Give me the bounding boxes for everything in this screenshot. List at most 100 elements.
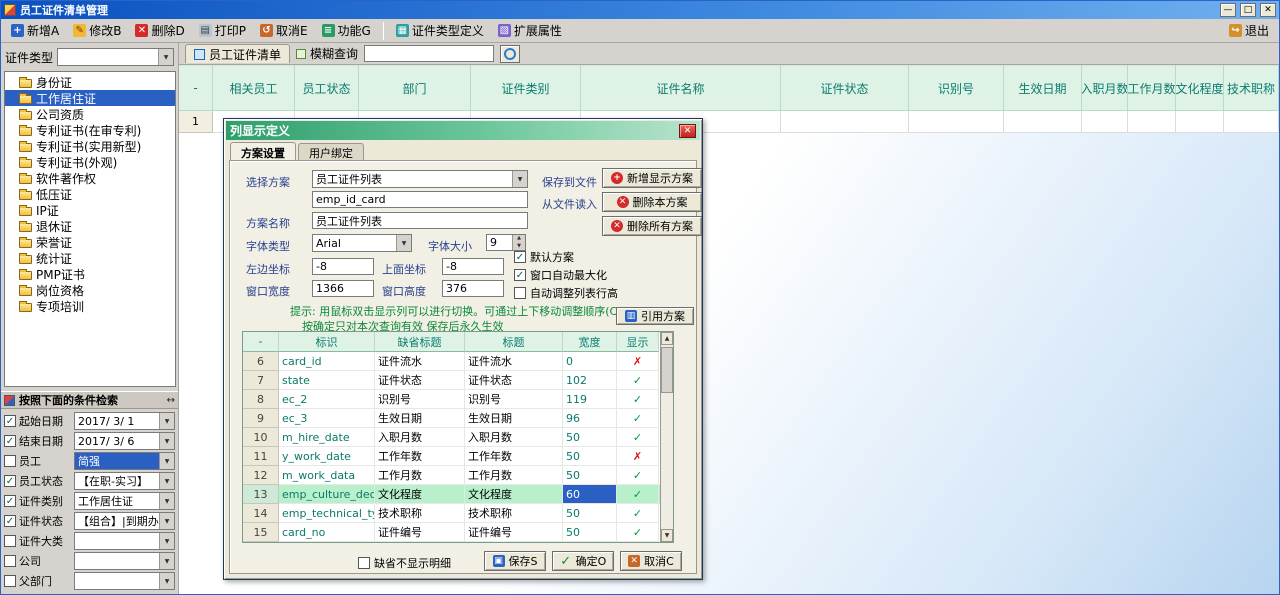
grid-cell-show[interactable]: ✓ [617, 466, 659, 485]
new-scheme-button[interactable]: + 新增显示方案 [602, 168, 702, 188]
chevron-down-icon[interactable] [159, 573, 174, 589]
ok-button[interactable]: ✓ 确定O [552, 551, 614, 571]
add-button[interactable]: + 新增A [5, 20, 65, 41]
chevron-down-icon[interactable] [396, 235, 411, 251]
grid-row[interactable]: 14 emp_technical_typ 技术职称 技术职称 50 ✓ [243, 504, 660, 523]
grid-row[interactable]: 10 m_hire_date 入职月数 入职月数 50 ✓ [243, 428, 660, 447]
grid-cell-show[interactable]: ✓ [617, 390, 659, 409]
tree-item[interactable]: 专利证书(外观) [5, 154, 175, 170]
grid-column-header[interactable]: 标识 [279, 332, 375, 352]
filter-checkbox[interactable] [4, 515, 16, 527]
close-button[interactable]: ✕ [1260, 3, 1276, 17]
maximize-button[interactable]: □ [1240, 3, 1256, 17]
employee-combo[interactable]: 简强 [74, 452, 175, 470]
grid-row[interactable]: 7 state 证件状态 证件状态 102 ✓ [243, 371, 660, 390]
window-height-field[interactable] [442, 280, 504, 297]
exit-button[interactable]: ↪ 退出 [1223, 20, 1275, 41]
chevron-down-icon[interactable] [159, 533, 174, 549]
cert-type-define-button[interactable]: ▦ 证件类型定义 [390, 20, 490, 41]
start-date-picker[interactable]: 2017/ 3/ 1 [74, 412, 175, 430]
column-header[interactable]: 部门 [359, 65, 471, 111]
grid-column-header[interactable]: 宽度 [563, 332, 617, 352]
employee-status-combo[interactable]: 【在职-实习】 [74, 472, 175, 490]
auto-row-height-checkbox[interactable]: 自动调整列表行高 [514, 285, 618, 301]
scroll-up-icon[interactable]: ▲ [661, 332, 673, 345]
cert-status-combo[interactable]: 【组合】|到期办理中 [74, 512, 175, 530]
left-coord-field[interactable] [312, 258, 374, 275]
grid-row[interactable]: 15 card_no 证件编号 证件编号 50 ✓ [243, 523, 660, 542]
column-header[interactable]: 员工状态 [295, 65, 359, 111]
chevron-down-icon[interactable] [512, 171, 527, 187]
delete-all-schemes-button[interactable]: ✕ 删除所有方案 [602, 216, 702, 236]
grid-column-header[interactable]: 标题 [465, 332, 563, 352]
grid-cell-show[interactable]: ✓ [617, 485, 659, 504]
filter-checkbox[interactable] [4, 495, 16, 507]
tree-item[interactable]: 身份证 [5, 74, 175, 90]
filter-checkbox[interactable] [4, 575, 16, 587]
load-from-file-label[interactable]: 从文件读入 [542, 196, 597, 212]
cancel-button[interactable]: ↺ 取消E [254, 20, 314, 41]
filter-checkbox[interactable] [4, 555, 16, 567]
auto-maximize-checkbox[interactable]: 窗口自动最大化 [514, 267, 607, 283]
font-type-combo[interactable]: Arial [312, 234, 412, 252]
grid-column-header[interactable]: 缺省标题 [375, 332, 465, 352]
grid-cell-show[interactable]: ✓ [617, 504, 659, 523]
grid-row[interactable]: 6 card_id 证件流水 证件流水 0 ✗ [243, 352, 660, 371]
chevron-down-icon[interactable] [159, 553, 174, 569]
grid-row[interactable]: 8 ec_2 识别号 识别号 119 ✓ [243, 390, 660, 409]
cert-type-combo[interactable] [57, 48, 174, 66]
grid-cell-show[interactable]: ✗ [617, 447, 659, 466]
arrow-up-icon[interactable]: ▲ [513, 235, 525, 243]
chevron-down-icon[interactable] [159, 453, 174, 469]
chevron-down-icon[interactable] [159, 433, 174, 449]
grid-column-header[interactable]: 显示 [617, 332, 659, 352]
tree-item[interactable]: 统计证 [5, 250, 175, 266]
stepper-arrows[interactable]: ▲▼ [512, 235, 525, 250]
grid-row-selected[interactable]: 13 emp_culture_decr 文化程度 文化程度 60 ✓ [243, 485, 660, 504]
grid-row[interactable]: 12 m_work_data 工作月数 工作月数 50 ✓ [243, 466, 660, 485]
tree-item[interactable]: 低压证 [5, 186, 175, 202]
scrollbar-thumb[interactable] [661, 347, 673, 393]
end-date-picker[interactable]: 2017/ 3/ 6 [74, 432, 175, 450]
filter-checkbox[interactable] [4, 435, 16, 447]
search-go-button[interactable] [500, 45, 520, 63]
column-header[interactable]: 相关员工 [213, 65, 295, 111]
delete-button[interactable]: ✕ 删除D [129, 20, 190, 41]
dialog-close-button[interactable]: ✕ [679, 124, 696, 138]
tab-cert-list[interactable]: 员工证件清单 [185, 44, 290, 63]
tree-item[interactable]: 专利证书(在审专利) [5, 122, 175, 138]
grid-scrollbar[interactable]: ▲ ▼ [660, 332, 673, 542]
tree-item[interactable]: 荣誉证 [5, 234, 175, 250]
delete-scheme-button[interactable]: ✕ 删除本方案 [602, 192, 702, 212]
chevron-down-icon[interactable] [159, 493, 174, 509]
minimize-button[interactable]: — [1220, 3, 1236, 17]
chevron-down-icon[interactable] [158, 49, 173, 65]
ext-attr-button[interactable]: ▧ 扩展属性 [492, 20, 568, 41]
tree-item[interactable]: PMP证书 [5, 266, 175, 282]
grid-row[interactable]: 9 ec_3 生效日期 生效日期 96 ✓ [243, 409, 660, 428]
filter-checkbox[interactable] [4, 455, 16, 467]
column-header[interactable]: 证件名称 [581, 65, 781, 111]
tree-item[interactable]: 软件著作权 [5, 170, 175, 186]
edit-button[interactable]: ✎ 修改B [67, 20, 127, 41]
tree-item[interactable]: 专利证书(实用新型) [5, 138, 175, 154]
tree-item[interactable]: 专项培训 [5, 298, 175, 314]
scheme-code-field[interactable] [312, 191, 528, 208]
grid-cell-show[interactable]: ✗ [617, 352, 659, 371]
scheme-select-combo[interactable]: 员工证件列表 [312, 170, 528, 188]
tree-item[interactable]: 岗位资格 [5, 282, 175, 298]
save-button[interactable]: ▣ 保存S [484, 551, 546, 571]
column-header[interactable]: 技术职称 [1224, 65, 1279, 111]
cancel-dialog-button[interactable]: ✕ 取消C [620, 551, 682, 571]
collapse-icon[interactable]: ↔ [167, 395, 175, 406]
column-header[interactable]: - [179, 65, 213, 111]
column-header[interactable]: 证件状态 [781, 65, 909, 111]
function-button[interactable]: ≡ 功能G [316, 20, 377, 41]
tree-item[interactable]: 公司资质 [5, 106, 175, 122]
tree-item[interactable]: IP证 [5, 202, 175, 218]
window-width-field[interactable] [312, 280, 374, 297]
column-header[interactable]: 识别号 [909, 65, 1004, 111]
grid-cell-show[interactable]: ✓ [617, 523, 659, 542]
scroll-down-icon[interactable]: ▼ [661, 529, 673, 542]
parent-dept-combo[interactable] [74, 572, 175, 590]
